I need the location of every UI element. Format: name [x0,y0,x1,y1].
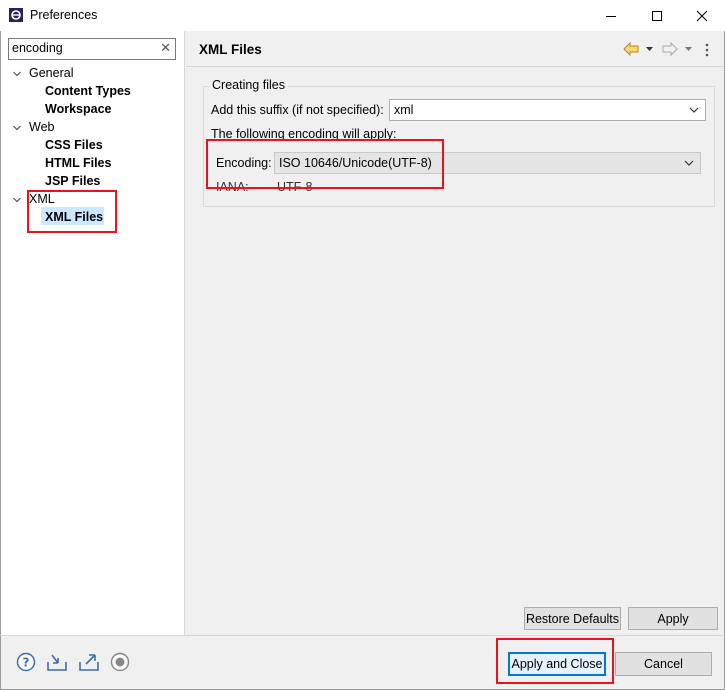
tree-item-workspace[interactable]: Workspace [45,102,111,116]
tree-item-general[interactable]: General [29,66,73,80]
close-button[interactable] [679,0,725,31]
import-icon[interactable] [46,652,68,672]
annotation-highlight-box [27,190,117,233]
svg-text:?: ? [23,656,30,670]
tree-item-content-types[interactable]: Content Types [45,84,131,98]
cancel-button[interactable]: Cancel [615,652,712,676]
eclipse-app-icon [9,8,23,22]
expand-arrow-icon[interactable] [12,123,22,133]
maximize-icon [652,10,662,21]
minimize-button[interactable] [588,0,634,31]
tree-item-web[interactable]: Web [29,120,54,134]
back-menu-chevron-down-icon[interactable] [645,45,654,53]
suffix-label: Add this suffix (if not specified): [211,103,384,117]
back-arrow-icon[interactable] [623,42,639,56]
filter-input[interactable]: encoding ✕ [8,38,176,60]
title-bar: Preferences [0,0,725,31]
window-title: Preferences [30,8,98,22]
page-title: XML Files [199,42,262,57]
suffix-select[interactable]: xml [389,99,706,121]
minimize-icon [606,15,616,17]
annotation-highlight-box [496,638,614,684]
tree-item-html-files[interactable]: HTML Files [45,156,111,170]
chevron-down-icon [689,107,699,113]
group-label: Creating files [209,78,288,92]
chevron-down-icon [684,160,694,166]
expand-arrow-icon[interactable] [12,195,22,205]
forward-menu-chevron-down-icon[interactable] [684,45,693,53]
clear-filter-icon[interactable]: ✕ [160,40,171,56]
annotation-highlight-box [206,139,444,189]
suffix-select-value: xml [394,103,414,117]
expand-arrow-icon[interactable] [12,69,22,79]
close-icon [696,10,708,21]
help-icon[interactable]: ? [16,652,36,672]
maximize-button[interactable] [634,0,680,31]
record-icon[interactable] [110,652,130,672]
filter-input-value: encoding [12,41,63,55]
tree-item-jsp-files[interactable]: JSP Files [45,174,100,188]
tree-item-css-files[interactable]: CSS Files [45,138,103,152]
restore-defaults-button[interactable]: Restore Defaults [524,607,621,630]
forward-arrow-icon[interactable] [662,42,678,56]
export-icon[interactable] [78,652,100,672]
header-separator [186,66,725,67]
view-menu-icon[interactable] [704,42,710,58]
footer-separator [0,635,725,636]
apply-button[interactable]: Apply [628,607,718,630]
